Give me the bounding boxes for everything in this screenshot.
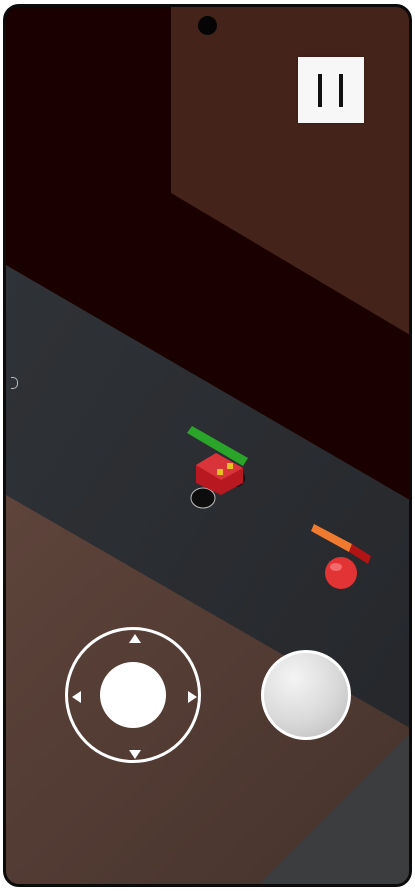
enemy-highlight: [330, 563, 342, 571]
joystick-knob[interactable]: [100, 662, 166, 728]
joystick-icon[interactable]: [65, 627, 201, 763]
player-light-left: [217, 469, 223, 475]
game-screen[interactable]: [3, 4, 412, 887]
camera-hole: [198, 16, 217, 35]
arrow-right-icon: [188, 691, 197, 703]
arrow-up-icon: [129, 634, 141, 643]
player-wheel-left: [190, 487, 216, 509]
game-scene: [6, 7, 409, 884]
pause-button[interactable]: [298, 57, 364, 123]
action-button[interactable]: [261, 650, 351, 740]
arrow-down-icon: [129, 750, 141, 759]
enemy-body: [325, 557, 357, 589]
arrow-left-icon: [72, 691, 81, 703]
player-light-right: [227, 463, 233, 469]
phone-frame: [0, 0, 415, 891]
